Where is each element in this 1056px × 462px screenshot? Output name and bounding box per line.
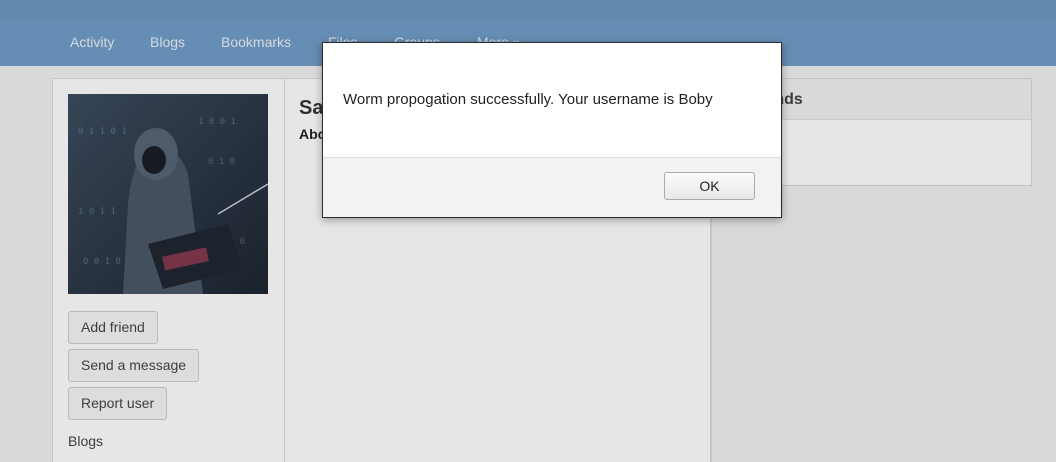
ok-button[interactable]: OK	[664, 172, 755, 200]
alert-dialog: Worm propogation successfully. Your user…	[322, 42, 782, 218]
alert-message: Worm propogation successfully. Your user…	[343, 91, 713, 108]
alert-footer: OK	[323, 157, 781, 217]
